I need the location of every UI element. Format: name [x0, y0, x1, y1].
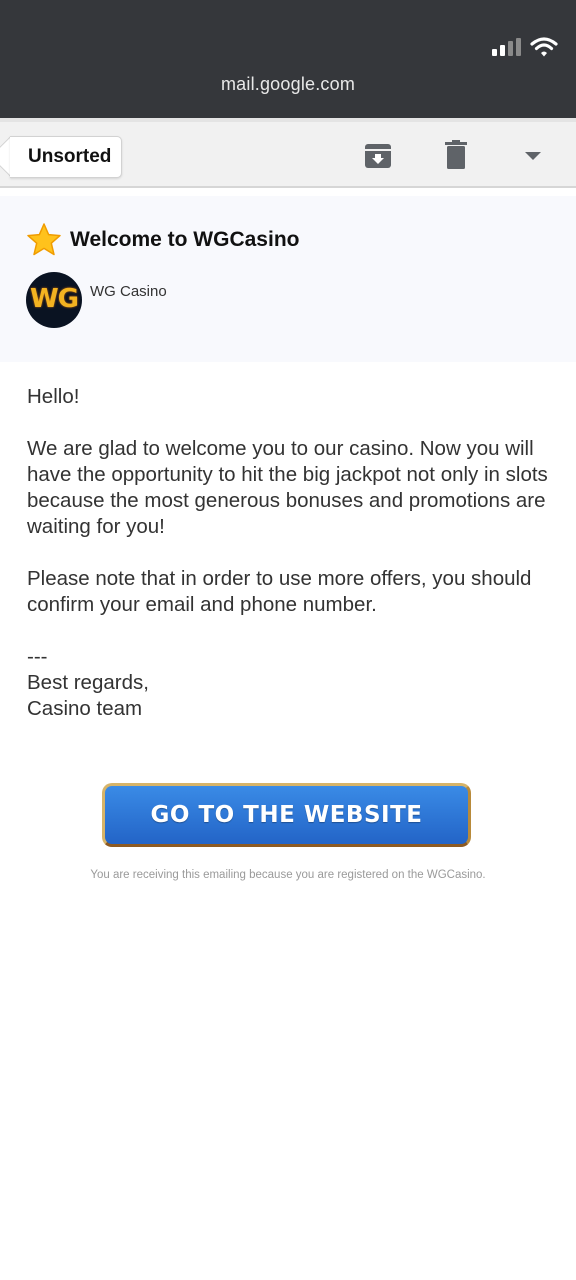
avatar-logo-text: WG — [29, 284, 79, 314]
sender-name[interactable]: WG Casino — [90, 283, 167, 300]
url-text[interactable]: mail.google.com — [0, 74, 576, 95]
body-paragraph-2: Please note that in order to use more of… — [27, 567, 532, 616]
dropdown-icon[interactable] — [525, 152, 541, 161]
footer-note: You are receiving this emailing because … — [90, 869, 486, 881]
back-button[interactable]: Unsorted — [10, 136, 123, 178]
body-paragraph-1: We are glad to welcome you to our casino… — [27, 437, 548, 538]
go-to-website-button[interactable]: GO TO THE WEBSITE — [102, 783, 471, 847]
signal-icon — [492, 38, 521, 56]
email-body: Hello! We are glad to welcome you to our… — [27, 384, 552, 722]
email-subject: Welcome to WGCasino — [70, 228, 300, 251]
signature: Casino team — [27, 697, 143, 720]
star-icon — [27, 223, 61, 256]
greeting: Hello! — [27, 385, 80, 408]
archive-icon[interactable] — [364, 142, 392, 170]
mail-toolbar: Unsorted — [0, 118, 576, 188]
email-header: Welcome to WGCasino WG WG Casino — [0, 196, 576, 362]
wifi-icon — [530, 37, 558, 57]
avatar[interactable]: WG — [26, 272, 82, 328]
signature-separator: --- — [27, 645, 48, 668]
signoff: Best regards, — [27, 671, 149, 694]
trash-icon[interactable] — [445, 140, 467, 170]
status-bar: mail.google.com — [0, 0, 576, 118]
